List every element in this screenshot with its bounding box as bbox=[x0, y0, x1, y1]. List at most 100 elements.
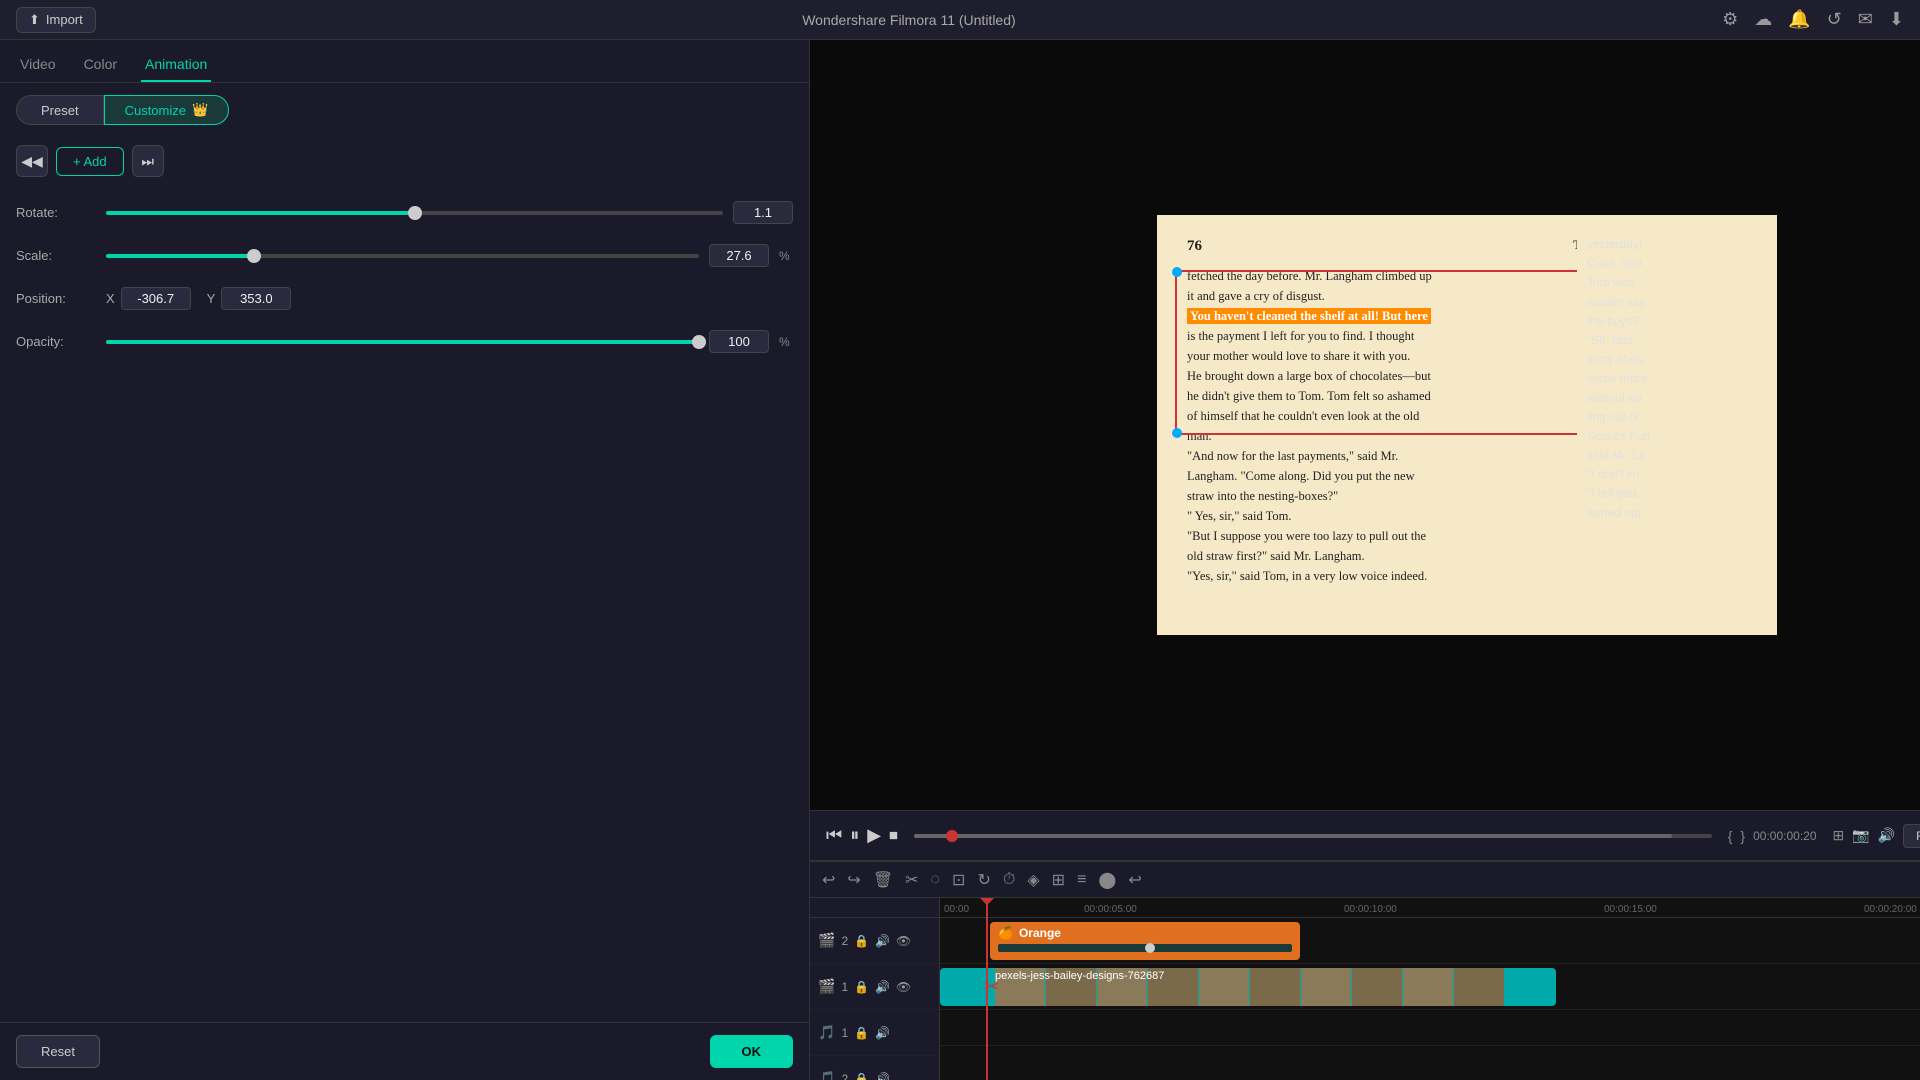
bell-icon[interactable]: 🔔 bbox=[1788, 9, 1810, 30]
seek-thumb[interactable] bbox=[946, 830, 958, 842]
audio2-mute-icon[interactable]: 🔊 bbox=[875, 1072, 890, 1080]
timeline-ruler: 00:00 00:00:05:00 00:00:10:00 00:00:15:0… bbox=[940, 898, 1920, 918]
handle-bl[interactable] bbox=[1172, 428, 1182, 438]
timecode: 00:00:00:20 bbox=[1753, 829, 1816, 843]
tab-animation[interactable]: Animation bbox=[141, 48, 211, 82]
redo-icon[interactable]: ↪ bbox=[847, 870, 860, 890]
prev-icon: ◀◀ bbox=[21, 153, 43, 170]
track2-lock-icon[interactable]: 🔒 bbox=[854, 934, 869, 948]
cut-tool-icon[interactable]: ✂ bbox=[905, 870, 918, 890]
orange-clip-name: Orange bbox=[1019, 926, 1061, 940]
thumb-7 bbox=[1301, 968, 1351, 1006]
tab-color[interactable]: Color bbox=[80, 48, 121, 82]
pos-y-label: Y bbox=[207, 291, 216, 306]
ruler-mark-2: 00:00:10:00 bbox=[1344, 904, 1604, 915]
delete-icon[interactable]: 🗑 bbox=[873, 870, 893, 890]
cloud-icon[interactable]: ☁ bbox=[1754, 9, 1772, 30]
timeline: ↩ ↪ 🗑 ✂ ◌ ⊡ ↻ ⏱ ◈ ⊞ ≡ ⬤ ↩ bbox=[810, 860, 1920, 1080]
video-clip[interactable]: ✂ pexels-jess-bailey-designs-762687 bbox=[940, 968, 1556, 1006]
tab-bar: Video Color Animation bbox=[0, 40, 809, 83]
next-icon: ⏭ bbox=[141, 153, 154, 170]
customize-button[interactable]: Customize 👑 bbox=[104, 95, 230, 125]
rotate-slider-area: 1.1 bbox=[106, 201, 793, 224]
audio-track-row-2 bbox=[940, 1046, 1920, 1080]
keyframe-handle[interactable] bbox=[1145, 943, 1155, 953]
stop-button[interactable]: ⏹ bbox=[889, 825, 898, 846]
play-pause-button[interactable]: ⏸ bbox=[850, 825, 859, 846]
audio1-lock-icon[interactable]: 🔒 bbox=[854, 1026, 869, 1040]
position-row: Position: X Y bbox=[16, 287, 793, 310]
undo-icon[interactable]: ↩ bbox=[822, 870, 835, 890]
properties-panel: Rotate: 1.1 Scale: bbox=[0, 185, 809, 1022]
thumb-8 bbox=[1352, 968, 1402, 1006]
track2-mute-icon[interactable]: 🔊 bbox=[875, 934, 890, 948]
track2-eye-icon[interactable]: 👁 bbox=[896, 934, 911, 948]
next-keyframe-button[interactable]: ⏭ bbox=[132, 145, 164, 177]
track1-mute-icon[interactable]: 🔊 bbox=[875, 980, 890, 994]
preset-bar: Preset Customize 👑 bbox=[0, 83, 809, 137]
opacity-value[interactable] bbox=[709, 330, 769, 353]
tracks-area: 00:00 00:00:05:00 00:00:10:00 00:00:15:0… bbox=[940, 898, 1920, 1080]
rotate-slider-track[interactable] bbox=[106, 211, 723, 215]
opacity-slider-track[interactable] bbox=[106, 340, 699, 344]
camera-icon[interactable]: 📷 bbox=[1852, 827, 1869, 844]
seek-bar[interactable] bbox=[914, 834, 1712, 838]
track1-eye-icon[interactable]: 👁 bbox=[896, 980, 911, 994]
step-back-button[interactable]: ⏮ bbox=[826, 825, 842, 846]
book-container: 76 TALES AT BEDTIME fetched the day befo… bbox=[1157, 215, 1777, 635]
speed-icon[interactable]: ⏱ bbox=[1003, 871, 1015, 889]
rc-7: sorry abou bbox=[1587, 350, 1767, 369]
quality-select[interactable]: Full bbox=[1903, 824, 1920, 848]
layout-icon[interactable]: ⊞ bbox=[1833, 827, 1845, 844]
audio-icon[interactable]: 🔊 bbox=[1878, 827, 1895, 844]
left-panel: Video Color Animation Preset Customize 👑… bbox=[0, 40, 810, 1080]
split-icon[interactable]: ⊞ bbox=[1052, 870, 1065, 890]
crop-icon[interactable]: ⊡ bbox=[952, 870, 965, 890]
audio-track-row-1 bbox=[940, 1010, 1920, 1046]
import-button[interactable]: ⬆ Import bbox=[16, 7, 96, 33]
add-keyframe-button[interactable]: + Add bbox=[56, 147, 124, 176]
handle-tl[interactable] bbox=[1172, 267, 1182, 277]
playhead[interactable] bbox=[986, 898, 988, 1080]
track-label-1: 🎬 1 🔒 🔊 👁 bbox=[810, 964, 939, 1010]
ok-button[interactable]: OK bbox=[710, 1035, 794, 1068]
mail-icon[interactable]: ✉ bbox=[1858, 9, 1873, 30]
settings-icon[interactable]: ⚙ bbox=[1722, 9, 1738, 30]
rc-8: some more bbox=[1587, 369, 1767, 388]
main-area: Video Color Animation Preset Customize 👑… bbox=[0, 40, 1920, 1080]
track-row-2: 🍊 Orange bbox=[940, 918, 1920, 964]
back-icon[interactable]: ↩ bbox=[1128, 870, 1141, 890]
scale-value[interactable] bbox=[709, 244, 769, 267]
position-label: Position: bbox=[16, 291, 106, 306]
preset-button[interactable]: Preset bbox=[16, 95, 104, 125]
download-icon[interactable]: ⬇ bbox=[1889, 9, 1904, 30]
audio2-lock-icon[interactable]: 🔒 bbox=[854, 1072, 869, 1080]
audio1-mute-icon[interactable]: 🔊 bbox=[875, 1026, 890, 1040]
ruler-marks: 00:00 00:00:05:00 00:00:10:00 00:00:15:0… bbox=[940, 904, 1920, 915]
rotate-value[interactable]: 1.1 bbox=[733, 201, 793, 224]
pos-x-input[interactable] bbox=[121, 287, 191, 310]
track-labels: 🎬 2 🔒 🔊 👁 🎬 1 🔒 🔊 👁 bbox=[810, 898, 940, 1080]
ripple-icon[interactable]: ◌ bbox=[931, 871, 941, 889]
timeline-toolbar: ↩ ↪ 🗑 ✂ ◌ ⊡ ↻ ⏱ ◈ ⊞ ≡ ⬤ ↩ bbox=[810, 862, 1920, 898]
play-button[interactable]: ▶ bbox=[867, 825, 881, 846]
thumb-5 bbox=[1199, 968, 1249, 1006]
rc-10: ling out of bbox=[1587, 408, 1767, 427]
tab-video[interactable]: Video bbox=[16, 48, 60, 82]
rotate-tl-icon[interactable]: ↻ bbox=[977, 870, 990, 890]
marker-icon[interactable]: ⬤ bbox=[1098, 870, 1116, 890]
track1-lock-icon[interactable]: 🔒 bbox=[854, 980, 869, 994]
align-icon[interactable]: ≡ bbox=[1077, 871, 1086, 889]
opacity-label: Opacity: bbox=[16, 334, 106, 349]
reset-button[interactable]: Reset bbox=[16, 1035, 100, 1068]
scale-slider-track[interactable] bbox=[106, 254, 699, 258]
prev-keyframe-button[interactable]: ◀◀ bbox=[16, 145, 48, 177]
top-bar-icons: ⚙ ☁ 🔔 ↺ ✉ ⬇ bbox=[1722, 9, 1904, 30]
bottom-buttons: Reset OK bbox=[0, 1022, 809, 1080]
color-tl-icon[interactable]: ◈ bbox=[1027, 870, 1039, 890]
orange-clip[interactable]: 🍊 Orange bbox=[990, 922, 1300, 960]
pos-x-label: X bbox=[106, 291, 115, 306]
pos-y-input[interactable] bbox=[221, 287, 291, 310]
refresh-icon[interactable]: ↺ bbox=[1827, 9, 1842, 30]
right-panel: 76 TALES AT BEDTIME fetched the day befo… bbox=[810, 40, 1920, 1080]
